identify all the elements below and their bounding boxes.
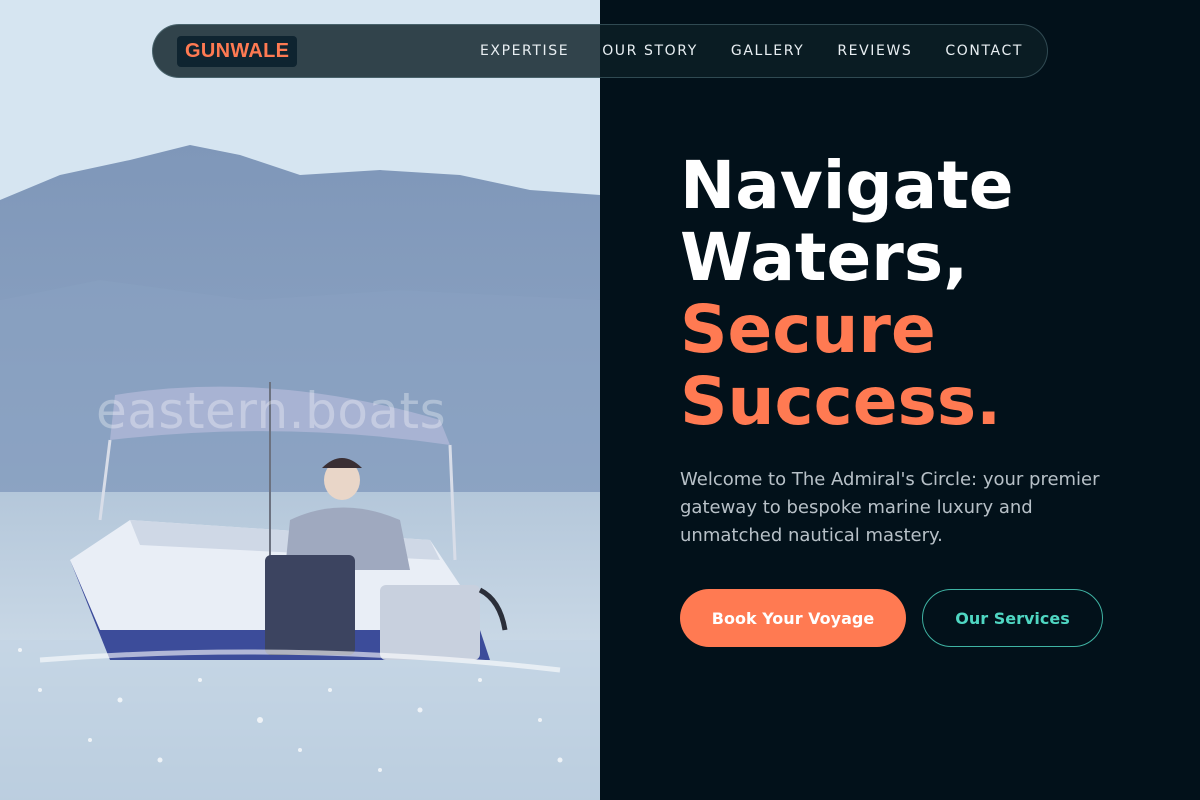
- hero-content: Navigate Waters, Secure Success. Welcome…: [680, 150, 1150, 550]
- photo-watermark: eastern.boats: [96, 382, 447, 440]
- nav-link-contact[interactable]: CONTACT: [945, 43, 1023, 59]
- hero-title: Navigate Waters, Secure Success.: [680, 150, 1150, 438]
- nav-link-expertise[interactable]: EXPERTISE: [480, 43, 569, 59]
- hero-description: Welcome to The Admiral's Circle: your pr…: [680, 469, 1100, 546]
- nav-link-gallery[interactable]: GALLERY: [731, 43, 804, 59]
- hero-title-line-1: Navigate: [680, 147, 1014, 224]
- hero-title-line-2: Waters,: [680, 219, 969, 296]
- brand-logo[interactable]: GUNWALE: [177, 35, 298, 67]
- book-voyage-button[interactable]: Book Your Voyage: [680, 589, 906, 647]
- hero-title-accent-1: Secure: [680, 291, 936, 368]
- our-services-button[interactable]: Our Services: [922, 589, 1103, 647]
- nav-link-reviews[interactable]: REVIEWS: [837, 43, 912, 59]
- hero-actions: Book Your Voyage Our Services: [680, 589, 1103, 647]
- hero-photo: eastern.boats: [0, 0, 600, 800]
- top-navigation: GUNWALE EXPERTISE OUR STORY GALLERY REVI…: [152, 24, 1048, 78]
- nav-links: EXPERTISE OUR STORY GALLERY REVIEWS CONT…: [480, 43, 1023, 59]
- nav-link-our-story[interactable]: OUR STORY: [602, 43, 698, 59]
- hero-title-accent-2: Success.: [680, 363, 1002, 440]
